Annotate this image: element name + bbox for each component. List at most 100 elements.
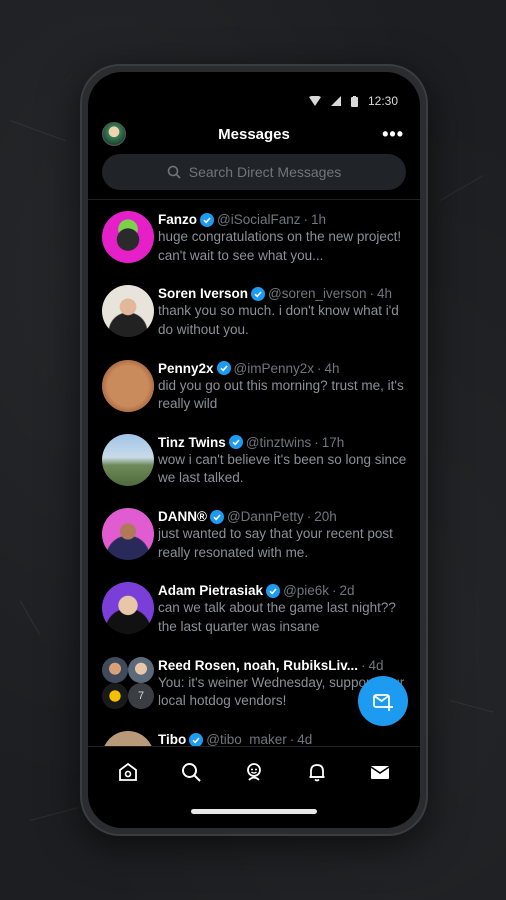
message-time: 2d	[339, 583, 355, 599]
conversation-item[interactable]: Penny2x @imPenny2x · 4h did you go out this …	[88, 355, 420, 429]
message-preview: thank you so much. i don't know what i'd…	[158, 303, 399, 337]
messages-icon	[370, 766, 390, 779]
separator-dot: ·	[317, 360, 322, 376]
verified-badge-icon	[266, 583, 281, 598]
conversation-item[interactable]: Tinz Twins @tinztwins · 17h wow i can't beli…	[88, 429, 420, 503]
verified-badge-icon	[200, 212, 214, 227]
separator-dot: ·	[289, 732, 295, 746]
avatar	[102, 285, 154, 338]
contact-handle: @tinztwins	[245, 434, 312, 450]
nav-search[interactable]	[171, 754, 211, 790]
conversation-item[interactable]: DANN® @DannPetty · 20h just wanted to say th…	[88, 503, 420, 577]
separator-dot: ·	[306, 509, 312, 525]
separator-dot: ·	[303, 212, 309, 227]
message-preview: can we talk about the game last night?? …	[158, 600, 396, 634]
avatar	[102, 359, 154, 412]
page-title: Messages	[218, 126, 290, 143]
verified-badge-icon	[209, 509, 224, 524]
avatar	[102, 582, 154, 635]
contact-name: Fanzo	[158, 212, 197, 227]
conversation-header: Tinz Twins @tinztwins · 17h	[158, 429, 410, 450]
search-placeholder: Search Direct Messages	[188, 164, 342, 180]
contact-handle: @iSocialFanz	[217, 212, 301, 227]
group-avatar-2	[128, 656, 154, 683]
separator-dot: ·	[361, 657, 366, 673]
group-count-badge: 7	[128, 682, 154, 709]
separator-dot: ·	[332, 583, 337, 599]
spaces-icon	[247, 763, 261, 781]
status-bar: 12:30	[308, 94, 398, 108]
divider	[88, 199, 420, 200]
avatar	[102, 731, 154, 746]
notifications-icon	[309, 764, 325, 782]
conversation-header: Adam Pietrasiak @pie6k · 2d	[158, 577, 410, 598]
compose-message-icon	[373, 694, 393, 711]
conversation-item[interactable]: Fanzo @iSocialFanz · 1h huge congratulations…	[88, 206, 420, 280]
contact-name: DANN®	[158, 509, 207, 525]
contact-name: Adam Pietrasiak	[158, 583, 264, 599]
contact-handle: @DannPetty	[226, 509, 304, 525]
nav-divider	[88, 746, 420, 747]
conversation-header: Tibo @tibo_maker · 4d	[158, 726, 410, 746]
search-icon	[181, 763, 201, 782]
message-time: 20h	[314, 509, 337, 525]
avatar	[102, 433, 154, 486]
conversation-header: Soren Iverson @soren_iverson · 4h	[158, 280, 410, 301]
search-bar[interactable]: Search Direct Messages	[102, 154, 406, 190]
contact-name: Reed Rosen, noah, RubiksLiv...	[158, 657, 359, 673]
wifi-icon	[308, 96, 321, 106]
message-time: 4h	[377, 286, 393, 302]
home-indicator[interactable]	[191, 809, 317, 814]
avatar	[102, 211, 154, 263]
home-icon	[118, 762, 137, 781]
screen: 12:30 Messages ••• Search Direct Message…	[88, 72, 420, 828]
contact-name: Penny2x	[158, 360, 214, 376]
new-message-button[interactable]	[358, 676, 408, 726]
signal-icon	[330, 96, 341, 106]
avatar: 7	[102, 656, 154, 709]
contact-handle: @imPenny2x	[233, 360, 315, 376]
conversation-header: Fanzo @iSocialFanz · 1h	[158, 206, 410, 227]
header: Messages •••	[88, 118, 420, 152]
conversation-header: Penny2x @imPenny2x · 4h	[158, 355, 410, 376]
contact-name: Soren Iverson	[158, 286, 249, 302]
group-avatar-1	[102, 656, 128, 683]
separator-dot: ·	[369, 286, 375, 302]
message-time: 17h	[321, 434, 345, 450]
nav-messages[interactable]	[360, 754, 400, 790]
message-preview: did you go out this morning? trust me, i…	[158, 377, 404, 412]
message-preview: just wanted to say that your recent post…	[158, 526, 393, 560]
conversation-header: DANN® @DannPetty · 20h	[158, 503, 410, 524]
verified-badge-icon	[189, 732, 204, 746]
message-time: 4h	[324, 360, 340, 376]
nav-home[interactable]	[108, 754, 148, 790]
conversation-item[interactable]: Soren Iverson @soren_iverson · 4h thank you …	[88, 280, 420, 354]
message-time: 1h	[311, 212, 327, 227]
search-icon	[167, 165, 181, 179]
message-preview: wow i can't believe it's been so long si…	[158, 451, 407, 486]
conversation-item[interactable]: Tibo @tibo_maker · 4d	[88, 726, 420, 746]
message-time: 4d	[368, 657, 384, 673]
contact-handle: @tibo_maker	[206, 732, 287, 746]
contact-handle: @soren_iverson	[268, 286, 367, 302]
contact-name: Tibo	[158, 732, 187, 746]
avatar	[102, 508, 154, 561]
more-options-icon[interactable]: •••	[382, 124, 404, 145]
battery-icon	[350, 95, 358, 107]
contact-handle: @pie6k	[283, 583, 330, 599]
conversation-header: Reed Rosen, noah, RubiksLiv... · 4d	[158, 652, 410, 673]
contact-name: Tinz Twins	[158, 434, 226, 450]
separator-dot: ·	[314, 434, 319, 450]
conversation-item[interactable]: Adam Pietrasiak @pie6k · 2d can we talk abou…	[88, 577, 420, 651]
message-time: 4d	[297, 732, 313, 746]
verified-badge-icon	[251, 286, 266, 301]
nav-notifications[interactable]	[297, 754, 337, 790]
status-time: 12:30	[367, 94, 398, 108]
verified-badge-icon	[228, 435, 243, 450]
group-avatar-3	[102, 682, 128, 709]
message-preview: huge congratulations on the new project!…	[158, 229, 402, 263]
bottom-nav	[88, 752, 420, 792]
phone-frame: 12:30 Messages ••• Search Direct Message…	[80, 64, 428, 836]
verified-badge-icon	[216, 361, 231, 376]
nav-spaces[interactable]	[234, 754, 274, 790]
